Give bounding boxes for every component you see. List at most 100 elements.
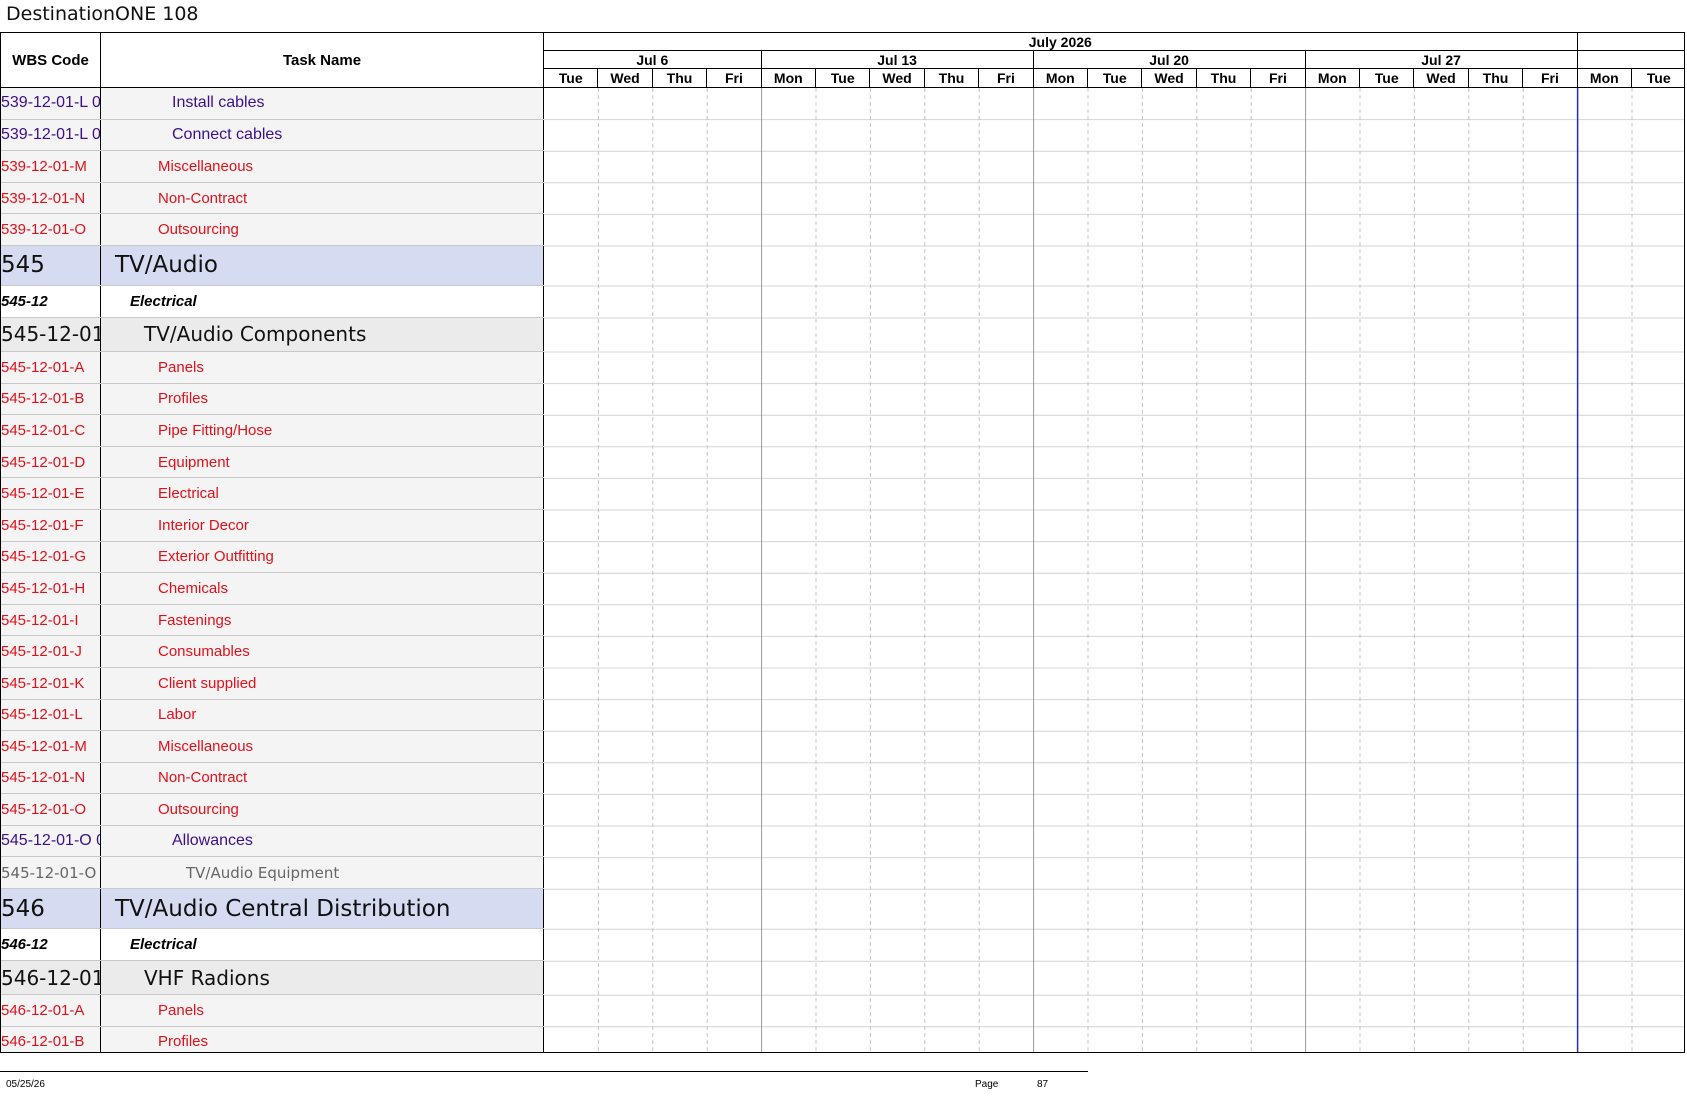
- task-name-cell: Outsourcing: [101, 794, 544, 825]
- wbs-code-cell: 546-12-01-A: [1, 995, 101, 1026]
- task-row[interactable]: 546-12-01-B Profiles: [1, 1026, 544, 1052]
- footer-divider: [0, 1071, 1088, 1072]
- task-name-cell: Panels: [101, 995, 544, 1026]
- wbs-code-cell: 546-12-01-B: [1, 1026, 101, 1052]
- task-name-cell: Pipe Fitting/Hose: [101, 415, 544, 446]
- task-row[interactable]: 539-12-01-L 0 Install cables: [1, 88, 544, 120]
- wbs-code-cell: 545-12-01-L: [1, 699, 101, 731]
- day-label: Tue: [1088, 69, 1143, 87]
- document-title: DestinationONE 108: [6, 3, 199, 25]
- wbs-code-cell: 545-12-01-H: [1, 573, 101, 604]
- task-name-cell: TV/Audio Central Distribution: [101, 889, 544, 929]
- task-row[interactable]: 546-12-01 VHF Radions: [1, 961, 544, 996]
- wbs-code-cell: 545-12-01-M: [1, 731, 101, 762]
- task-row[interactable]: 545-12-01-G Exterior Outfitting: [1, 541, 544, 574]
- task-row[interactable]: 545-12-01-O 0 Allowances: [1, 825, 544, 858]
- task-row[interactable]: 545-12-01-D Equipment: [1, 446, 544, 479]
- task-row[interactable]: 539-12-01-L 0 Connect cables: [1, 119, 544, 152]
- task-row[interactable]: 545-12 Electrical: [1, 285, 544, 318]
- task-name-cell: Exterior Outfitting: [101, 541, 544, 573]
- task-row[interactable]: 545-12-01-A Panels: [1, 351, 544, 384]
- wbs-code-cell: 539-12-01-L 0: [1, 88, 101, 119]
- day-label: Thu: [1469, 69, 1524, 87]
- task-row[interactable]: 545-12-01-K Client supplied: [1, 667, 544, 700]
- timeline-header: July 2026 Jul 6 Jul 13 Jul 20 Jul 27 Tue Wed Th…: [544, 33, 1684, 88]
- day-label: Thu: [1197, 69, 1252, 87]
- task-name-cell: Equipment: [101, 446, 544, 478]
- day-label: Wed: [1142, 69, 1197, 87]
- wbs-code-cell: 539-12-01-N: [1, 182, 101, 214]
- task-name-cell: Non-Contract: [101, 762, 544, 794]
- wbs-code-cell: 545-12-01-A: [1, 351, 101, 383]
- wbs-code-cell: 545-12-01-O 0: [1, 857, 101, 889]
- day-label: Tue: [816, 69, 871, 87]
- week-label: Jul 13: [761, 51, 1034, 69]
- task-row[interactable]: 546-12-01-A Panels: [1, 995, 544, 1027]
- wbs-code-cell: 546-12-01: [1, 961, 101, 995]
- task-row[interactable]: 545-12-01-I Fastenings: [1, 604, 544, 637]
- task-name-cell: TV/Audio: [101, 245, 544, 285]
- task-name-cell: VHF Radions: [101, 961, 544, 995]
- day-label: Fri: [1251, 69, 1306, 87]
- day-label: Wed: [1414, 69, 1469, 87]
- task-name-cell: Connect cables: [101, 119, 544, 151]
- task-row[interactable]: 546-12 Electrical: [1, 929, 544, 962]
- wbs-code-cell: 545-12-01-I: [1, 604, 101, 636]
- task-row[interactable]: 546 TV/Audio Central Distribution: [1, 889, 544, 930]
- day-label: Tue: [1360, 69, 1415, 87]
- day-label: Fri: [979, 69, 1034, 87]
- wbs-code-cell: 539-12-01-M: [1, 151, 101, 182]
- task-name-cell: Client supplied: [101, 667, 544, 699]
- wbs-code-cell: 545-12-01-C: [1, 415, 101, 446]
- task-row[interactable]: 545-12-01-F Interior Decor: [1, 509, 544, 542]
- task-name-cell: Electrical: [101, 478, 544, 509]
- wbs-code-cell: 539-12-01-L 0: [1, 119, 101, 151]
- wbs-code-cell: 545-12-01-N: [1, 762, 101, 794]
- wbs-code-cell: 545-12-01-K: [1, 667, 101, 699]
- day-label: Wed: [598, 69, 653, 87]
- wbs-code-cell: 545-12-01-J: [1, 636, 101, 667]
- day-label: Thu: [925, 69, 980, 87]
- footer-page-label: Page: [975, 1079, 999, 1090]
- task-name-column-header[interactable]: Task Name: [101, 33, 544, 88]
- task-name-cell: Consumables: [101, 636, 544, 667]
- wbs-code-cell: 546: [1, 889, 101, 929]
- task-row[interactable]: 545-12-01-L Labor: [1, 699, 544, 732]
- week-label: Jul 27: [1305, 51, 1578, 69]
- task-row[interactable]: 545-12-01-J Consumables: [1, 636, 544, 668]
- task-row[interactable]: 545-12-01-M Miscellaneous: [1, 731, 544, 763]
- task-name-cell: Miscellaneous: [101, 151, 544, 182]
- task-row[interactable]: 545-12-01-O Outsourcing: [1, 794, 544, 826]
- task-row[interactable]: 545-12-01-H Chemicals: [1, 573, 544, 605]
- task-name-cell: Labor: [101, 699, 544, 731]
- day-label: Fri: [707, 69, 762, 87]
- day-label: Wed: [870, 69, 925, 87]
- week-label: [1577, 51, 1684, 69]
- task-row[interactable]: 539-12-01-O Outsourcing: [1, 214, 544, 246]
- gantt-chart: WBS Code Task Name July 2026 Jul 6 Jul 13 J…: [0, 32, 1685, 1053]
- wbs-code-cell: 545-12-01: [1, 317, 101, 351]
- wbs-code-cell: 545-12-01-F: [1, 509, 101, 541]
- wbs-code-cell: 545-12-01-O: [1, 794, 101, 825]
- task-name-cell: Non-Contract: [101, 182, 544, 214]
- task-name-cell: Electrical: [101, 929, 544, 961]
- wbs-code-cell: 545-12-01-D: [1, 446, 101, 478]
- task-row[interactable]: 545-12-01-C Pipe Fitting/Hose: [1, 415, 544, 447]
- task-name-cell: Fastenings: [101, 604, 544, 636]
- task-row[interactable]: 545-12-01-N Non-Contract: [1, 762, 544, 795]
- wbs-code-cell: 545-12-01-G: [1, 541, 101, 573]
- task-row[interactable]: 545-12-01-O 0 TV/Audio Equipment: [1, 857, 544, 890]
- wbs-code-cell: 545-12-01-O 0: [1, 825, 101, 857]
- task-row[interactable]: 545-12-01-B Profiles: [1, 383, 544, 416]
- wbs-code-cell: 539-12-01-O: [1, 214, 101, 245]
- week-label: Jul 6: [544, 51, 762, 69]
- task-name-cell: Panels: [101, 351, 544, 383]
- task-name-cell: Miscellaneous: [101, 731, 544, 762]
- task-row[interactable]: 545-12-01-E Electrical: [1, 478, 544, 510]
- task-row[interactable]: 539-12-01-M Miscellaneous: [1, 151, 544, 183]
- wbs-code-cell: 545-12-01-B: [1, 383, 101, 415]
- task-row[interactable]: 545 TV/Audio: [1, 245, 544, 286]
- wbs-code-column-header[interactable]: WBS Code: [1, 33, 101, 88]
- task-row[interactable]: 539-12-01-N Non-Contract: [1, 182, 544, 215]
- task-row[interactable]: 545-12-01 TV/Audio Components: [1, 317, 544, 352]
